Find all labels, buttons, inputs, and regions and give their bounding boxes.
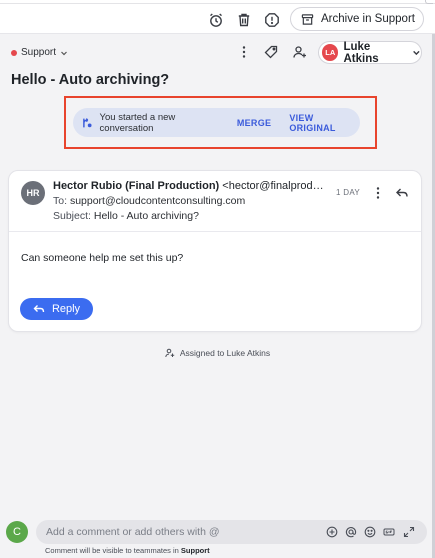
reply-button-label: Reply	[51, 303, 81, 315]
chevron-down-icon	[413, 50, 420, 56]
page-title: Hello - Auto archiving?	[11, 72, 170, 88]
view-original-link[interactable]: VIEW ORIGINAL	[289, 113, 360, 133]
notice-text: You started a new conversation	[99, 111, 176, 134]
message-body: Can someone help me set this up?	[21, 252, 184, 264]
comment-composer: C	[0, 518, 435, 546]
assign-user-icon[interactable]	[291, 43, 309, 61]
avatar: C	[6, 521, 28, 543]
tag-icon[interactable]	[262, 43, 280, 61]
message-to: To: support@cloudcontentconsulting.com	[53, 195, 245, 207]
plus-circle-icon[interactable]	[325, 525, 339, 539]
conversation-header: Support LA Luke Atkins	[0, 38, 435, 66]
assignee-selector[interactable]: LA Luke Atkins	[318, 40, 422, 65]
archive-button[interactable]: Archive in Support	[290, 7, 424, 31]
more-vertical-icon[interactable]	[369, 184, 387, 202]
message-subject: Subject: Hello - Auto archiving?	[53, 210, 199, 222]
message-divider	[9, 231, 421, 232]
trash-icon[interactable]	[233, 9, 255, 31]
inbox-label: Support	[21, 47, 57, 58]
assign-user-icon	[165, 348, 175, 358]
message-card: HR Hector Rubio (Final Production) <hect…	[8, 170, 422, 332]
sender-name: Hector Rubio (Final Production)	[53, 180, 220, 192]
to-label: To:	[53, 195, 68, 207]
assignee-name: Luke Atkins	[343, 40, 379, 65]
subject-value: Hello - Auto archiving?	[93, 210, 199, 222]
message-from: Hector Rubio (Final Production) <hector@…	[53, 180, 325, 192]
chevron-down-icon	[61, 51, 67, 55]
message-time: 1 DAY	[336, 188, 361, 197]
subject-label: Subject:	[53, 210, 91, 222]
alarm-clock-icon[interactable]	[205, 9, 227, 31]
avatar: HR	[21, 181, 45, 205]
inbox-status-dot	[11, 49, 17, 56]
inbox-selector[interactable]: Support	[11, 47, 68, 58]
composer-hint-text: Comment will be visible to teammates in	[45, 546, 179, 555]
comment-box	[36, 520, 427, 544]
sender-email: <hector@finalproduction.com>	[222, 180, 325, 192]
emoji-icon[interactable]	[363, 525, 377, 539]
branch-icon	[83, 117, 92, 127]
reply-arrow-icon[interactable]	[393, 184, 411, 202]
assigned-text: Assigned to Luke Atkins	[179, 348, 271, 358]
mention-icon[interactable]	[344, 525, 358, 539]
archive-button-label: Archive in Support	[321, 13, 415, 25]
new-conversation-notice: You started a new conversation MERGE VIE…	[73, 108, 360, 137]
conversation-toolbar: Archive in Support	[0, 4, 435, 34]
reply-button[interactable]: Reply	[20, 298, 93, 320]
activity-assigned: Assigned to Luke Atkins	[0, 348, 435, 358]
composer-hint-inbox: Support	[180, 546, 210, 555]
gif-icon[interactable]	[382, 525, 396, 539]
merge-link[interactable]: MERGE	[237, 118, 272, 128]
alert-octagon-icon[interactable]	[261, 9, 283, 31]
avatar: LA	[322, 44, 339, 61]
to-value: support@cloudcontentconsulting.com	[69, 195, 246, 207]
composer-hint: Comment will be visible to teammates in …	[45, 546, 210, 555]
reply-arrow-icon	[33, 305, 45, 313]
archive-box-icon	[301, 13, 314, 25]
expand-icon[interactable]	[402, 525, 416, 539]
comment-input[interactable]	[46, 520, 316, 544]
more-vertical-icon[interactable]	[235, 43, 253, 61]
